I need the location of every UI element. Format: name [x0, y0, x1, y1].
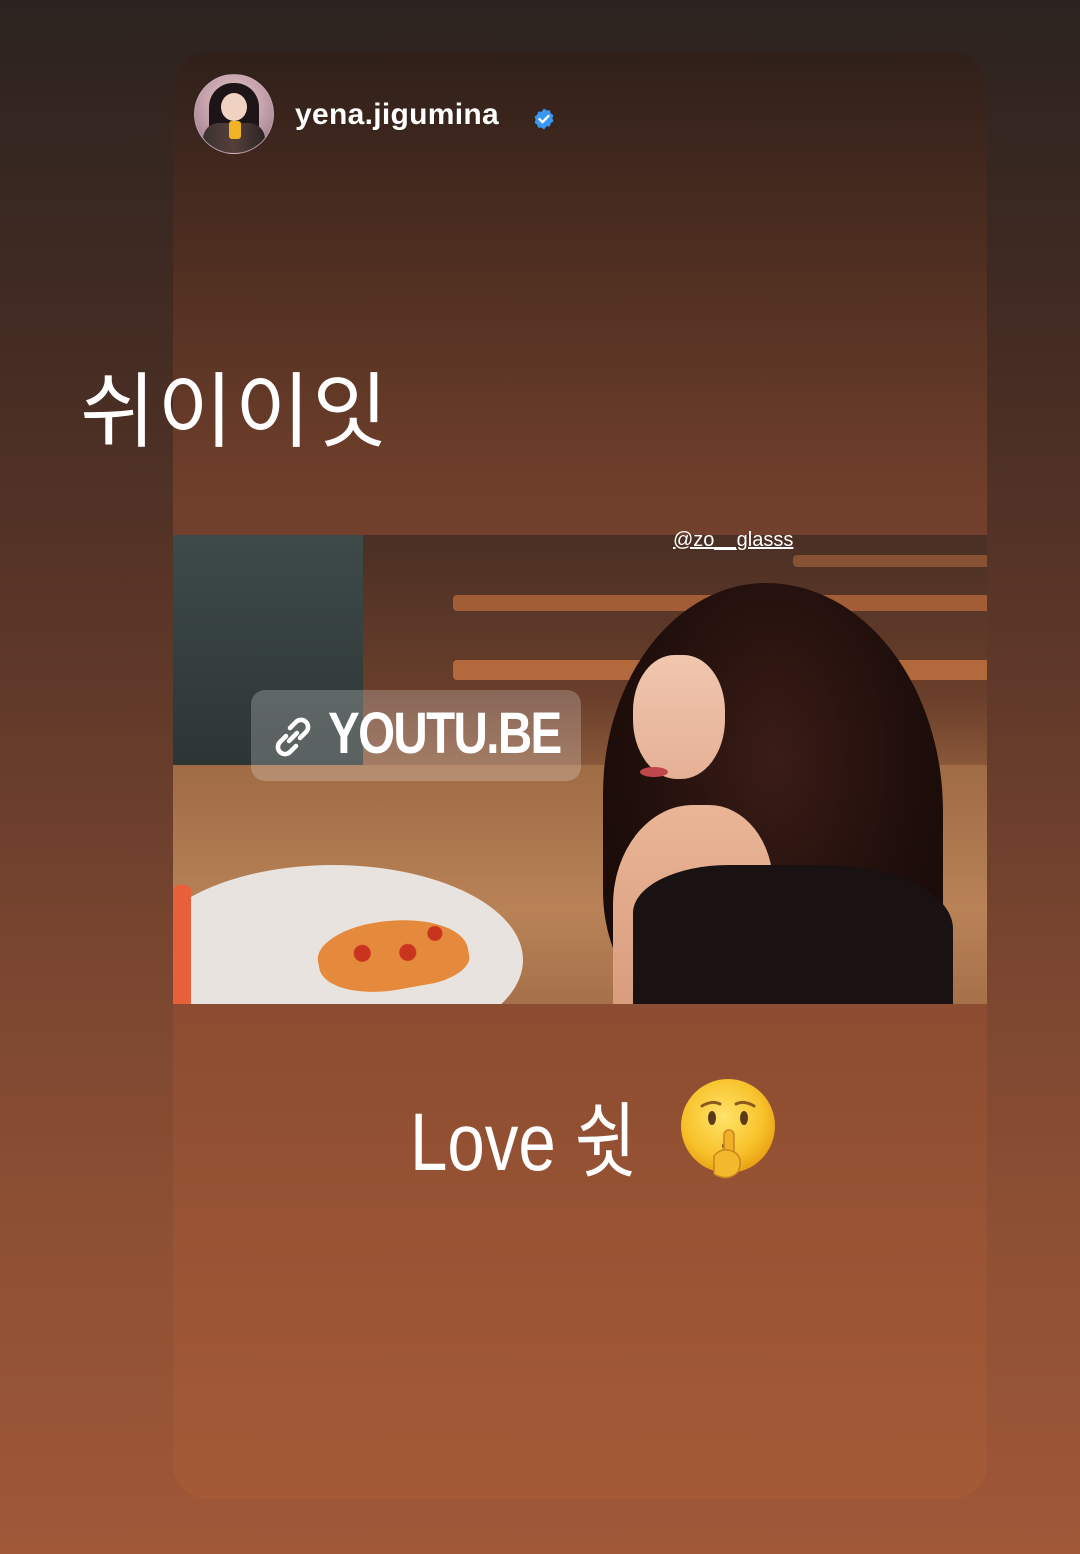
profile-avatar[interactable]	[194, 74, 274, 154]
avatar-accent	[229, 121, 241, 139]
story-screen: { "story": { "username": "yena.jigumina"…	[0, 0, 1080, 1554]
username[interactable]: yena.jigumina	[295, 98, 499, 132]
link-sticker-label[interactable]: YOUTU.BE	[328, 700, 562, 767]
photo-person-face	[633, 655, 725, 779]
photo-credit-mention[interactable]: @zo__glasss	[673, 529, 793, 552]
photo-person-lips	[640, 767, 668, 777]
shushing-face-icon	[681, 1079, 775, 1179]
photo-bench	[793, 555, 987, 567]
caption-bottom-text: Love 쉿	[410, 1097, 637, 1188]
verified-badge-icon	[534, 108, 554, 130]
caption-top-text: 쉬이이잇	[80, 365, 390, 460]
photo-cup	[173, 885, 191, 1004]
photo-person-dress	[633, 865, 953, 1004]
avatar-face	[221, 93, 247, 121]
link-icon	[275, 717, 311, 757]
